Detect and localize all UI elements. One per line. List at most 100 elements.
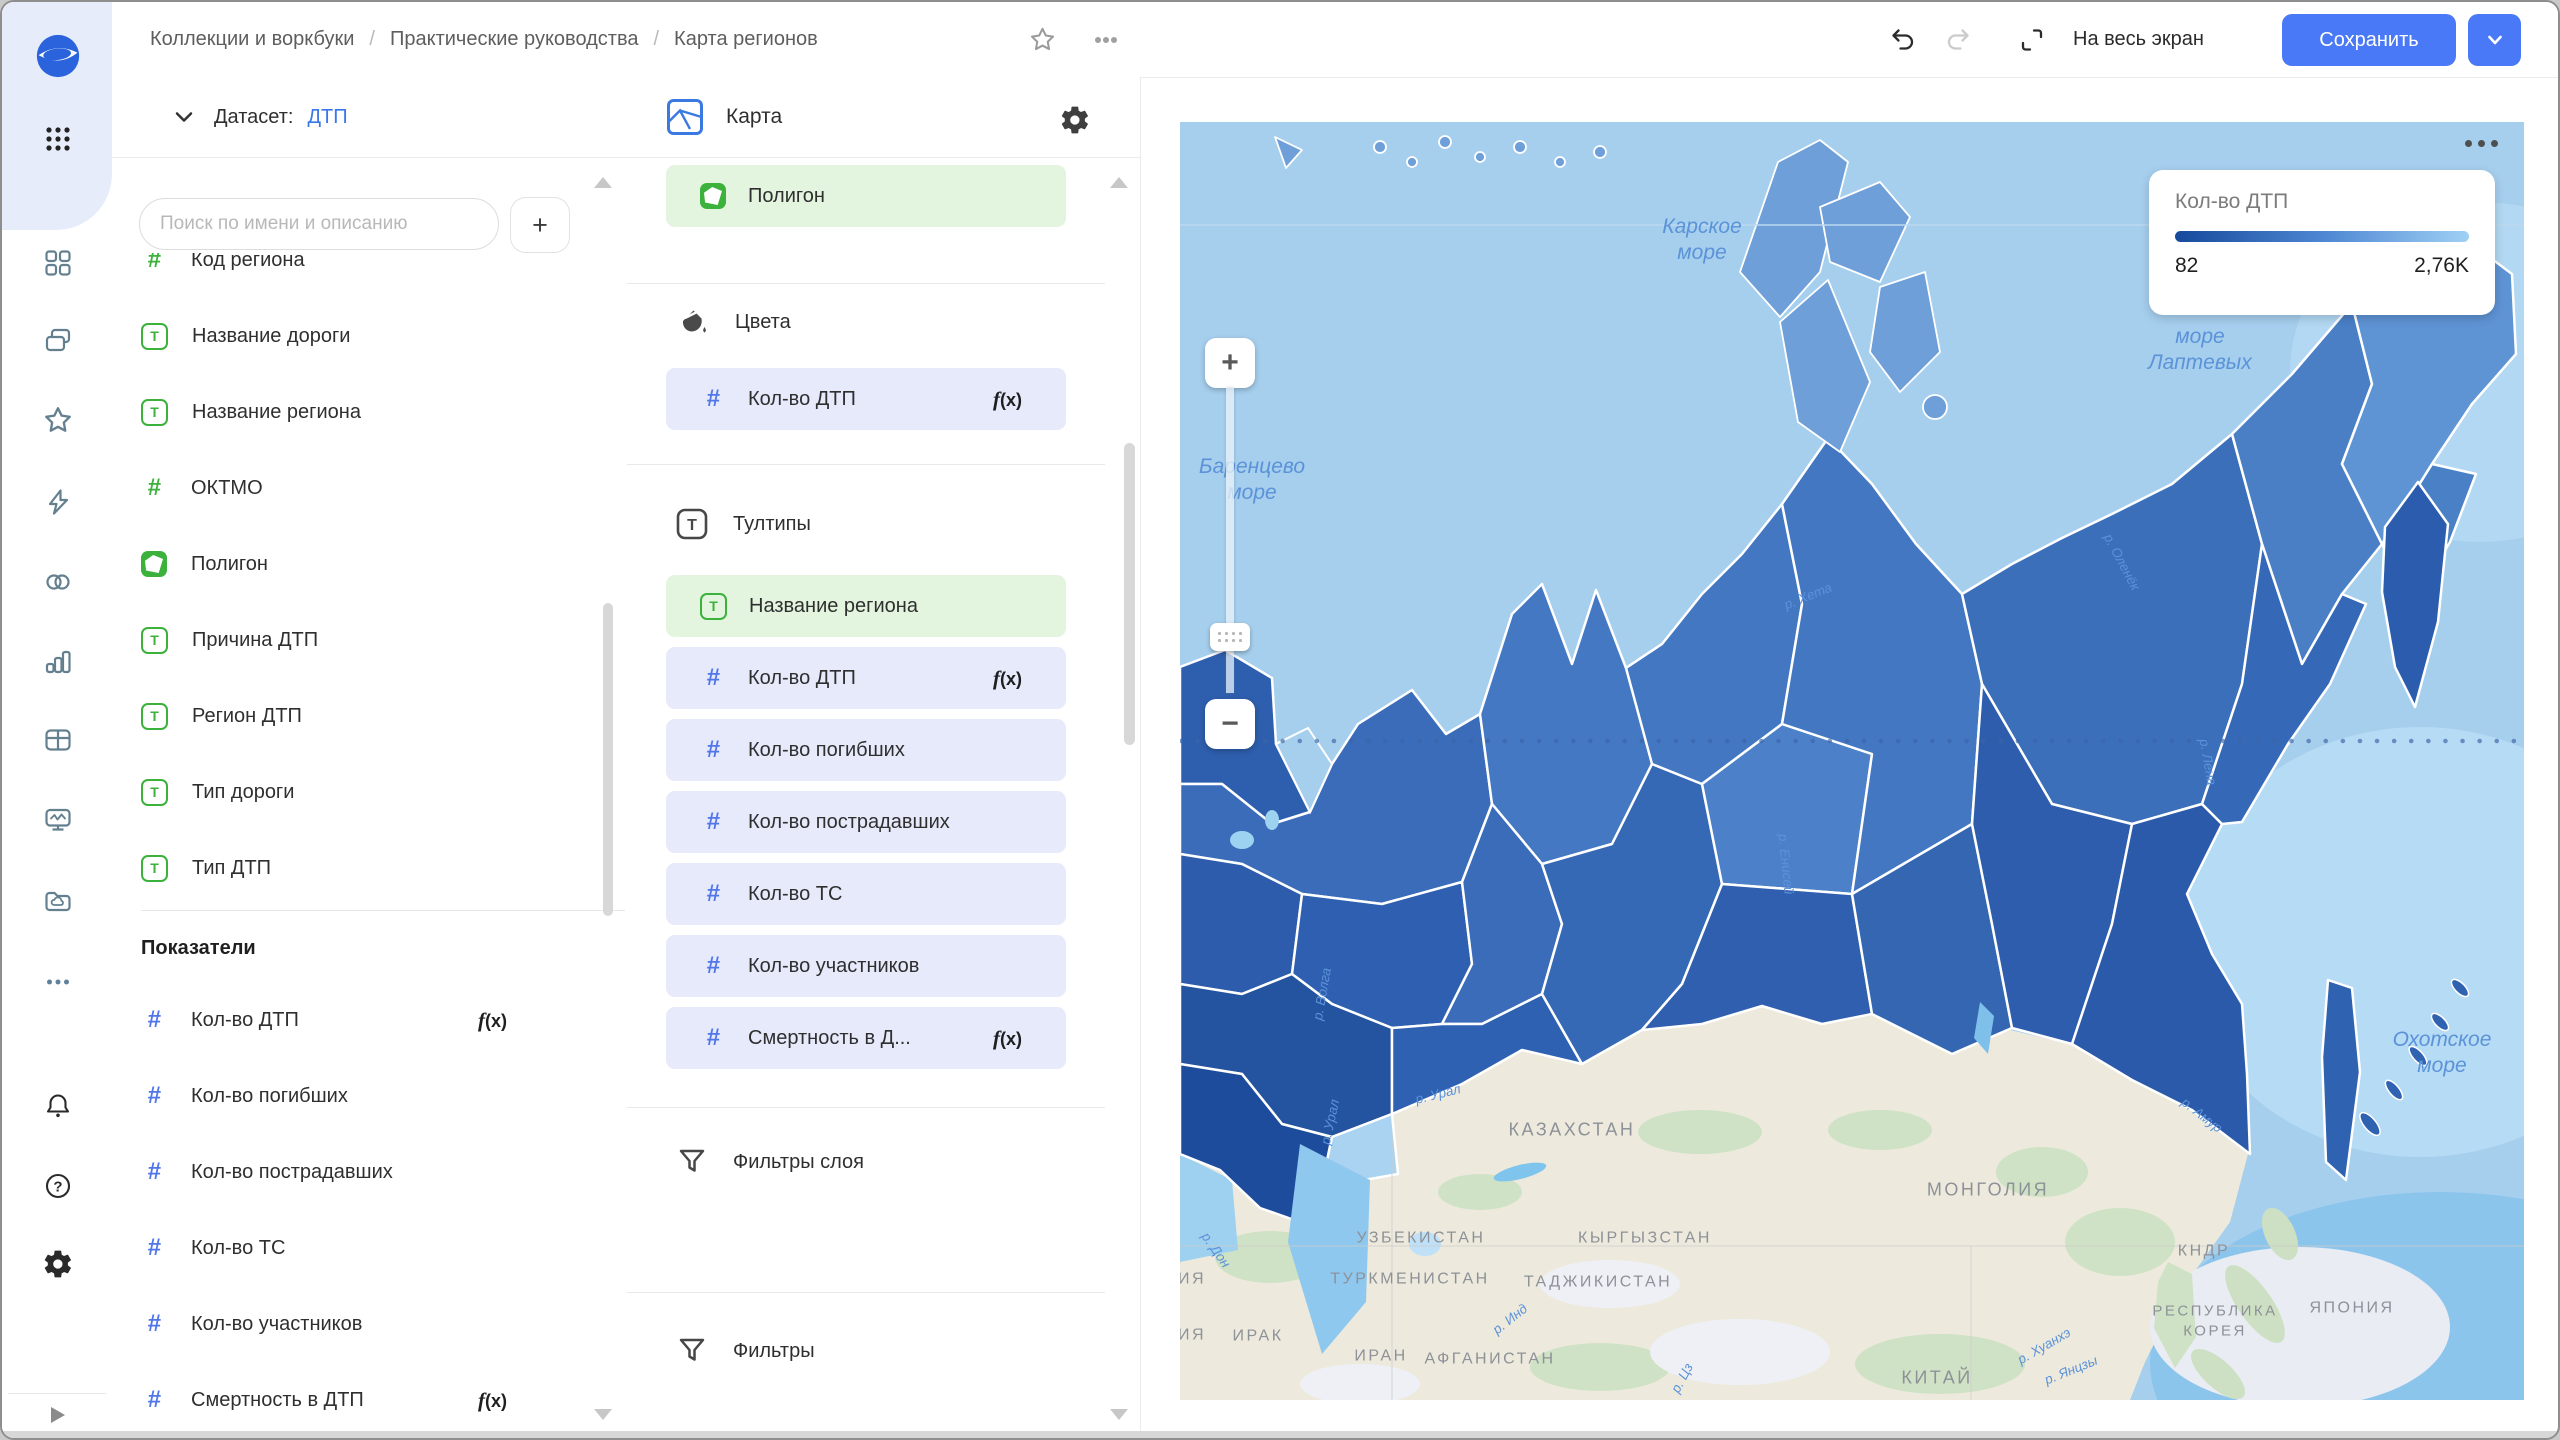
datasets-join-icon[interactable] xyxy=(36,560,80,604)
country-label: РЕСПУБЛИКАКОРЕЯ xyxy=(2152,1302,2277,1341)
paint-bucket-icon xyxy=(675,304,711,340)
rail-divider xyxy=(8,1393,106,1394)
collapse-rail-icon[interactable] xyxy=(36,1398,80,1432)
field-type-icon: # xyxy=(700,665,726,691)
favorite-star-icon[interactable] xyxy=(1020,2,1064,77)
measure-row[interactable]: # Кол-во пострадавших xyxy=(112,1134,627,1210)
field-type-icon: # xyxy=(700,881,726,907)
save-dropdown-button[interactable] xyxy=(2468,14,2521,66)
field-label: Тип ДТП xyxy=(192,857,271,880)
country-label: КАЗАХСТАН xyxy=(1509,1118,1636,1141)
formula-badge: f(x) xyxy=(993,1026,1022,1051)
measure-row[interactable]: # Кол-во участников xyxy=(112,1286,627,1362)
tooltip-field-pill[interactable]: # Кол-во погибших xyxy=(666,719,1066,781)
undo-icon[interactable] xyxy=(1881,2,1925,77)
field-type-icon: # xyxy=(700,1025,726,1051)
country-label: ИЯ xyxy=(1180,1326,1206,1347)
scroll-down-arrow[interactable] xyxy=(1110,1409,1128,1420)
tooltip-field-pill[interactable]: # Кол-во пострадавших xyxy=(666,791,1066,853)
geolayer-field-pill[interactable]: Полигон xyxy=(666,165,1066,227)
field-label: ОКТМО xyxy=(191,477,263,500)
help-icon[interactable]: ? xyxy=(36,1164,80,1208)
search-input[interactable] xyxy=(139,198,499,250)
favorites-icon[interactable] xyxy=(36,398,80,442)
tooltip-field-pill[interactable]: # Кол-во ТС xyxy=(666,863,1066,925)
more-icon[interactable] xyxy=(36,960,80,1004)
field-type-icon: T xyxy=(141,703,168,730)
field-type-icon: # xyxy=(700,737,726,763)
measure-row[interactable]: # Кол-во ДТП f(x) xyxy=(112,982,627,1058)
fullscreen-icon[interactable] xyxy=(2010,2,2054,77)
config-scrollbar[interactable] xyxy=(1124,443,1135,745)
app-window: ? Коллекции и воркбукиПрактические руков… xyxy=(0,0,2560,1440)
tooltip-field-pill[interactable]: # Смертность в Д... f(x) xyxy=(666,1007,1066,1069)
storage-icon[interactable] xyxy=(36,878,80,922)
save-button[interactable]: Сохранить xyxy=(2282,14,2456,66)
scroll-up-arrow[interactable] xyxy=(594,177,612,188)
tooltip-field-pill[interactable]: T Название региона xyxy=(666,575,1066,637)
scroll-up-arrow[interactable] xyxy=(1110,177,1128,188)
field-label: Кол-во ДТП xyxy=(191,1009,299,1032)
breadcrumb-item[interactable]: Коллекции и воркбуки xyxy=(150,28,354,51)
tables-icon[interactable] xyxy=(36,718,80,762)
measure-row[interactable]: # Кол-во погибших xyxy=(112,1058,627,1134)
dataset-name-link[interactable]: ДТП xyxy=(307,106,347,129)
measure-row[interactable]: # Кол-во ТС xyxy=(112,1210,627,1286)
dimension-row[interactable]: Полигон xyxy=(112,526,627,602)
river-label: р. Урал xyxy=(1414,1081,1462,1107)
dashboards-icon[interactable] xyxy=(36,241,80,285)
collections-icon[interactable] xyxy=(36,318,80,362)
tooltips-section-header: T Тултипы xyxy=(675,507,811,541)
legend-title: Кол-во ДТП xyxy=(2175,190,2469,214)
breadcrumb-item[interactable]: Карта регионов xyxy=(638,28,817,51)
dimension-row[interactable]: # ОКТМО xyxy=(112,450,627,526)
field-type-icon: T xyxy=(141,399,168,426)
field-label: Название региона xyxy=(749,595,918,618)
country-label: ИЯ xyxy=(1180,1270,1206,1291)
scroll-down-arrow[interactable] xyxy=(594,1409,612,1420)
dimension-row[interactable]: # Код региона xyxy=(112,253,627,298)
dimension-row[interactable]: T Регион ДТП xyxy=(112,678,627,754)
redo-icon[interactable] xyxy=(1936,2,1980,77)
field-type-icon: # xyxy=(141,1387,167,1413)
section-divider xyxy=(627,1107,1105,1108)
formula-badge: f(x) xyxy=(478,1008,507,1033)
legend-gradient xyxy=(2175,231,2469,242)
field-label: Смертность в ДТП xyxy=(191,1389,364,1412)
breadcrumb-more-icon[interactable] xyxy=(1084,2,1128,77)
fields-scrollbar[interactable] xyxy=(603,603,613,916)
breadcrumb-item[interactable]: Практические руководства xyxy=(354,28,638,51)
notifications-icon[interactable] xyxy=(36,1084,80,1128)
dimension-row[interactable]: T Тип ДТП xyxy=(112,830,627,906)
quick-charts-icon[interactable] xyxy=(36,480,80,524)
field-type-icon: T xyxy=(700,593,727,620)
zoom-in-button[interactable]: + xyxy=(1205,338,1255,388)
chart-settings-gear-icon[interactable] xyxy=(1059,104,1091,136)
dimension-row[interactable]: T Причина ДТП xyxy=(112,602,627,678)
field-type-icon: # xyxy=(141,1235,167,1261)
charts-icon[interactable] xyxy=(36,640,80,684)
fullscreen-label[interactable]: На весь экран xyxy=(2073,2,2204,77)
country-label: ТУРКМЕНИСТАН xyxy=(1330,1270,1489,1291)
map-more-icon[interactable] xyxy=(2465,140,2498,147)
apps-grid-icon[interactable] xyxy=(36,117,80,161)
colors-field-pill[interactable]: # Кол-во ДТП f(x) xyxy=(666,368,1066,430)
datalens-logo-icon[interactable] xyxy=(36,30,80,82)
zoom-out-button[interactable]: − xyxy=(1205,699,1255,749)
add-field-button[interactable]: + xyxy=(510,197,570,253)
monitoring-icon[interactable] xyxy=(36,798,80,842)
measure-row[interactable]: # Смертность в ДТП f(x) xyxy=(112,1362,627,1438)
settings-icon[interactable] xyxy=(36,1242,80,1286)
tooltip-field-pill[interactable]: # Кол-во участников xyxy=(666,935,1066,997)
map-canvas[interactable]: КарскоеморемореЛаптевыхБаренцевомореОхот… xyxy=(1180,122,2524,1400)
dimension-row[interactable]: T Тип дороги xyxy=(112,754,627,830)
chevron-down-icon[interactable] xyxy=(172,105,196,129)
country-label: КНДР xyxy=(2178,1242,2230,1263)
left-rail: ? xyxy=(2,2,112,1438)
tooltip-field-pill[interactable]: # Кол-во ДТП f(x) xyxy=(666,647,1066,709)
dimension-row[interactable]: T Название дороги xyxy=(112,298,627,374)
field-type-icon: T xyxy=(141,855,168,882)
zoom-slider-handle[interactable] xyxy=(1210,623,1250,651)
dimension-row[interactable]: T Название региона xyxy=(112,374,627,450)
country-label: КЫРГЫЗСТАН xyxy=(1578,1229,1712,1250)
